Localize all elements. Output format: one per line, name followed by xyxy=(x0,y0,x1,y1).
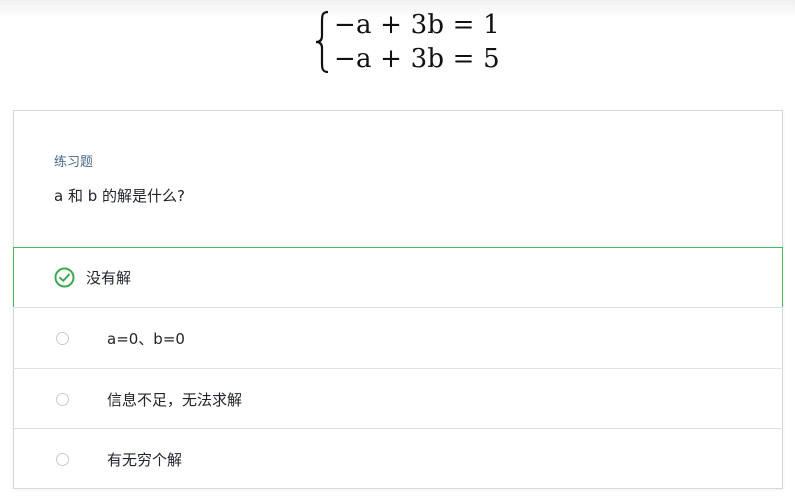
choice-option-2[interactable]: a=0、b=0 xyxy=(13,307,783,368)
left-brace xyxy=(315,10,329,74)
equation-line-2: −a + 3b = 5 xyxy=(334,44,500,74)
check-circle-icon xyxy=(54,267,75,288)
equation-system: −a + 3b = 1 −a + 3b = 5 xyxy=(312,8,512,78)
choice-option-4[interactable]: 有无穷个解 xyxy=(13,428,783,489)
choice-label: 没有解 xyxy=(86,269,132,287)
choice-option-3[interactable]: 信息不足，无法求解 xyxy=(13,368,783,429)
choice-label: 有无穷个解 xyxy=(107,450,183,469)
choice-label: a=0、b=0 xyxy=(107,329,185,348)
question-text: a 和 b 的解是什么? xyxy=(54,187,185,205)
radio-circle-icon[interactable] xyxy=(56,453,69,466)
exercise-label: 练习题 xyxy=(54,155,94,170)
choice-option-1[interactable]: 没有解 xyxy=(13,247,783,308)
exercise-card: 练习题 a 和 b 的解是什么? 没有解 a=0、b=0 信息不足，无法求解 有… xyxy=(13,110,783,489)
radio-circle-icon[interactable] xyxy=(56,393,69,406)
choice-label: 信息不足，无法求解 xyxy=(107,390,243,409)
radio-circle-icon[interactable] xyxy=(56,332,69,345)
equation-line-1: −a + 3b = 1 xyxy=(334,10,500,40)
